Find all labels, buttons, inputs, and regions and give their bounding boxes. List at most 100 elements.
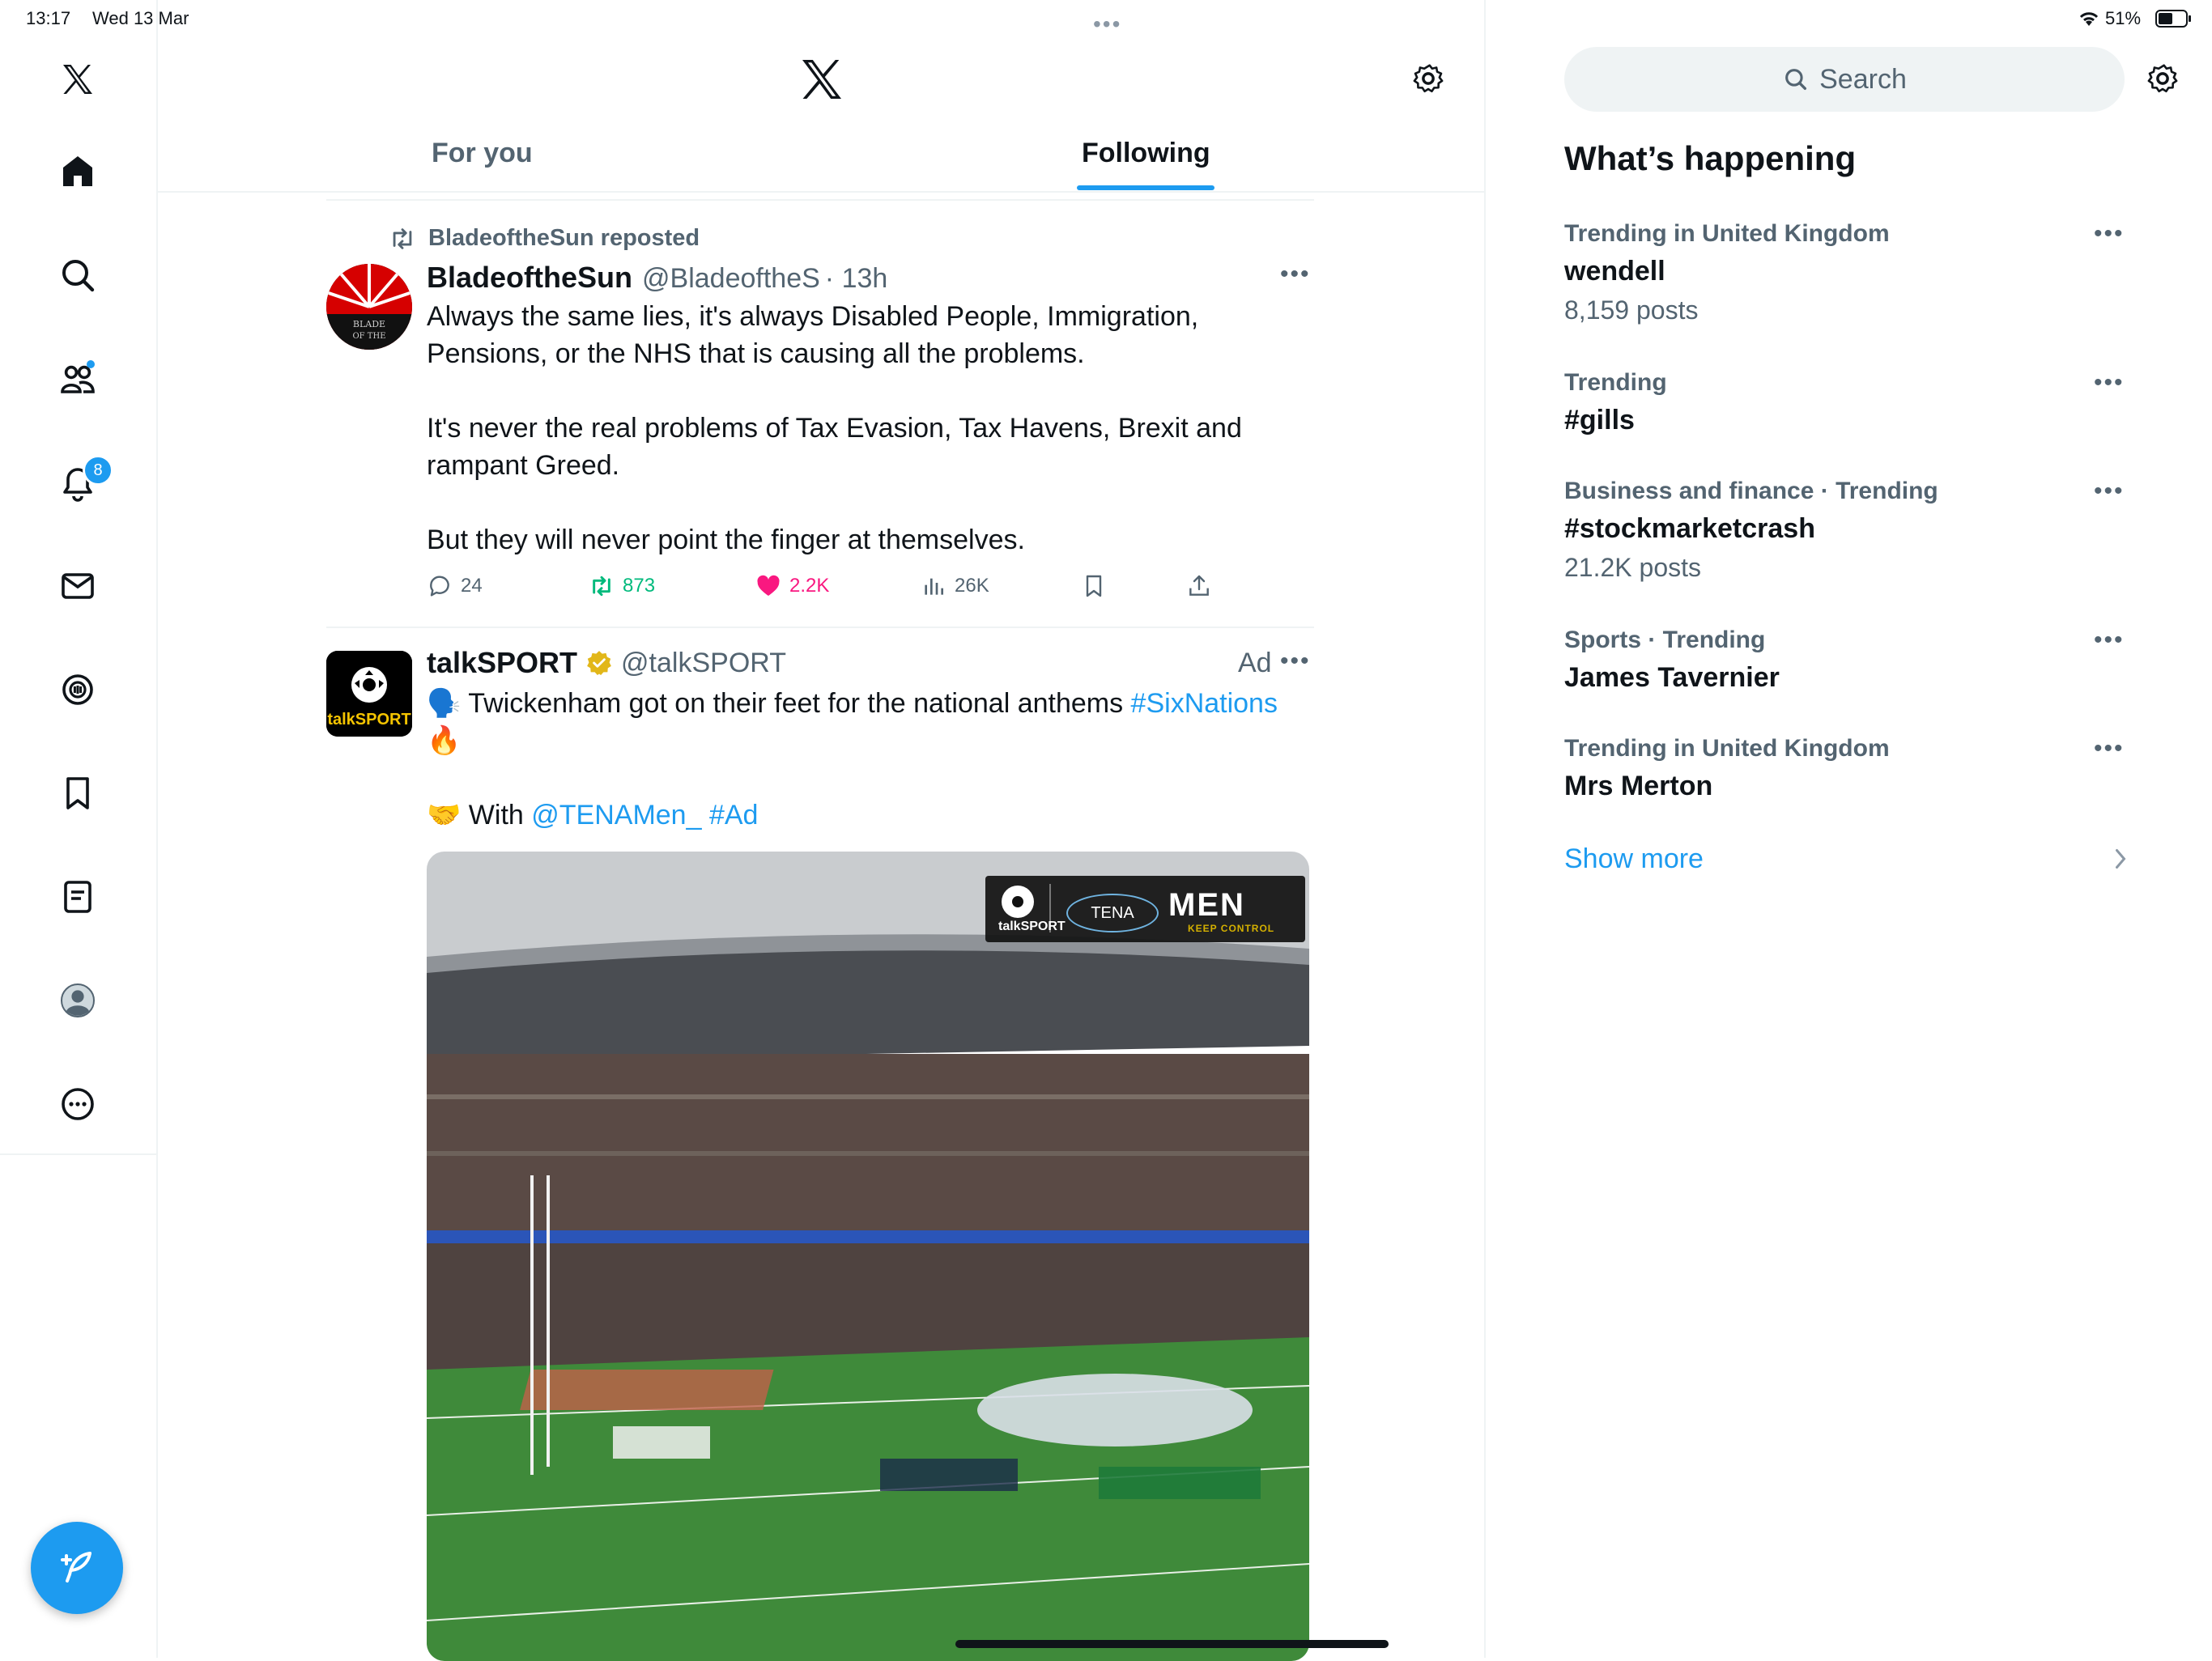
stadium-image bbox=[427, 852, 1309, 1661]
author-name[interactable]: BladeoftheSun bbox=[427, 261, 632, 295]
gear-icon[interactable] bbox=[1410, 60, 1447, 97]
tab-for-you[interactable]: For you bbox=[432, 138, 533, 169]
search-placeholder: Search bbox=[1819, 63, 1907, 95]
media-brand-talksport: talkSPORT bbox=[998, 920, 1066, 933]
search-icon[interactable] bbox=[52, 249, 104, 301]
speaking-emoji: 🗣️ bbox=[427, 688, 462, 719]
verified-badge-icon bbox=[585, 649, 613, 677]
profile-icon[interactable] bbox=[52, 975, 104, 1026]
repost-label[interactable]: BladeoftheSun reposted bbox=[428, 225, 700, 252]
compose-icon bbox=[61, 1552, 91, 1582]
x-logo-icon[interactable] bbox=[52, 53, 104, 105]
trend-more-icon[interactable]: ••• bbox=[2094, 220, 2125, 248]
section-title: What’s happening bbox=[1564, 139, 1857, 177]
trend-more-icon[interactable]: ••• bbox=[2094, 735, 2125, 763]
avatar-logo-text: BLADE bbox=[353, 319, 385, 329]
like-button[interactable]: 2.2K bbox=[755, 573, 829, 599]
compose-button[interactable] bbox=[31, 1522, 123, 1614]
trend-item[interactable]: Sports · Trending James Tavernier bbox=[1564, 627, 2131, 707]
rail-divider bbox=[0, 1153, 156, 1155]
media-brand-tena: TENA bbox=[1066, 894, 1159, 932]
hashtag-link[interactable]: #SixNations bbox=[1131, 688, 1278, 719]
battery-percent: 51% bbox=[2105, 8, 2142, 28]
search-icon bbox=[1785, 69, 1807, 91]
bookmark-icon[interactable] bbox=[52, 767, 104, 819]
trend-more-icon[interactable]: ••• bbox=[2094, 369, 2125, 397]
wifi-icon bbox=[2078, 10, 2100, 28]
bookmark-icon bbox=[1086, 575, 1102, 597]
tweet-more-icon[interactable]: ••• bbox=[1280, 648, 1311, 675]
tab-following[interactable]: Following bbox=[1082, 138, 1210, 169]
mention-link[interactable]: @TENAMen_ bbox=[531, 800, 701, 830]
repost-button[interactable]: 873 bbox=[589, 573, 655, 599]
trend-meta: Business and finance · Trending bbox=[1564, 478, 1938, 504]
tweet-divider bbox=[326, 627, 1314, 628]
views-button[interactable]: 26K bbox=[921, 573, 989, 599]
x-logo-icon[interactable] bbox=[796, 53, 848, 105]
trend-item[interactable]: Business and finance · Trending #stockma… bbox=[1564, 478, 2131, 599]
tweet-time[interactable]: · 13h bbox=[825, 263, 888, 295]
tweet-more-icon[interactable]: ••• bbox=[1280, 261, 1311, 288]
reply-count: 24 bbox=[461, 575, 483, 597]
trend-count: 21.2K posts bbox=[1564, 553, 1701, 582]
trend-title: #stockmarketcrash bbox=[1564, 513, 1815, 544]
tweet-text-line: With bbox=[468, 800, 532, 830]
trend-item[interactable]: Trending in United Kingdom wendell 8,159… bbox=[1564, 220, 2131, 342]
trend-title: #gills bbox=[1564, 405, 1635, 435]
tweet-text: Always the same lies, it's always Disabl… bbox=[427, 301, 1242, 555]
trend-meta: Trending bbox=[1564, 369, 1667, 396]
trend-item[interactable]: Trending #gills bbox=[1564, 369, 2131, 450]
active-tab-indicator bbox=[1077, 185, 1214, 190]
tweet-header: BladeoftheSun @BladeoftheS · 13h bbox=[427, 261, 887, 295]
trend-meta: Sports · Trending bbox=[1564, 627, 1766, 653]
bookmark-button[interactable] bbox=[1081, 573, 1115, 599]
fire-emoji: 🔥 bbox=[427, 725, 462, 756]
main-timeline: For you Following BladeoftheSun reposted… bbox=[156, 0, 1486, 1661]
home-icon[interactable] bbox=[52, 146, 104, 198]
hashtag-link[interactable]: #Ad bbox=[709, 800, 759, 830]
communities-icon[interactable] bbox=[52, 353, 104, 405]
search-input[interactable]: Search bbox=[1564, 47, 2125, 112]
like-count: 2.2K bbox=[789, 575, 830, 597]
author-handle[interactable]: @talkSPORT bbox=[621, 648, 786, 679]
tweet-text: 🗣️ Twickenham got on their feet for the … bbox=[427, 685, 1325, 834]
views-icon bbox=[925, 578, 943, 595]
handshake-emoji: 🤝 bbox=[427, 800, 462, 830]
avatar[interactable]: talkSPORT bbox=[326, 651, 412, 737]
trend-more-icon[interactable]: ••• bbox=[2094, 627, 2125, 654]
home-indicator[interactable] bbox=[955, 1640, 1389, 1648]
battery-icon bbox=[2155, 10, 2193, 28]
heart-icon bbox=[757, 575, 780, 596]
gear-icon[interactable] bbox=[2144, 60, 2181, 97]
share-icon bbox=[1189, 575, 1209, 596]
mail-icon[interactable] bbox=[52, 560, 104, 612]
reply-icon bbox=[430, 576, 449, 597]
author-handle[interactable]: @BladeoftheS bbox=[642, 263, 820, 295]
trend-item[interactable]: Trending in United Kingdom Mrs Merton bbox=[1564, 735, 2131, 816]
author-name[interactable]: talkSPORT bbox=[427, 646, 577, 680]
trend-title: Mrs Merton bbox=[1564, 771, 1713, 801]
trend-meta: Trending in United Kingdom bbox=[1564, 220, 1890, 247]
trend-meta: Trending in United Kingdom bbox=[1564, 735, 1890, 762]
reply-button[interactable]: 24 bbox=[427, 573, 483, 599]
views-count: 26K bbox=[955, 575, 989, 597]
repost-icon bbox=[593, 576, 610, 597]
repost-indicator-icon bbox=[389, 227, 416, 251]
media-brand-men: MEN bbox=[1168, 887, 1245, 923]
avatar[interactable]: BLADE OF THE bbox=[326, 264, 412, 350]
svg-text:OF THE: OF THE bbox=[352, 332, 385, 341]
repost-count: 873 bbox=[623, 575, 656, 597]
notifications-badge: 8 bbox=[83, 455, 113, 486]
grok-icon[interactable] bbox=[52, 664, 104, 716]
chevron-right-icon[interactable] bbox=[2112, 847, 2129, 871]
tweet-text-line: Twickenham got on their feet for the nat… bbox=[468, 688, 1131, 719]
tweet-media-video[interactable]: talkSPORT TENA MEN KEEP CONTROL bbox=[427, 852, 1309, 1661]
trend-more-icon[interactable]: ••• bbox=[2094, 478, 2125, 505]
show-more-link[interactable]: Show more bbox=[1564, 843, 1704, 875]
trend-title: James Tavernier bbox=[1564, 662, 1780, 693]
lists-icon[interactable] bbox=[52, 871, 104, 923]
more-circle-icon[interactable] bbox=[52, 1078, 104, 1130]
ad-label: Ad bbox=[1238, 648, 1272, 678]
tweet-header: talkSPORT @talkSPORT bbox=[427, 646, 786, 680]
share-button[interactable] bbox=[1186, 573, 1220, 599]
